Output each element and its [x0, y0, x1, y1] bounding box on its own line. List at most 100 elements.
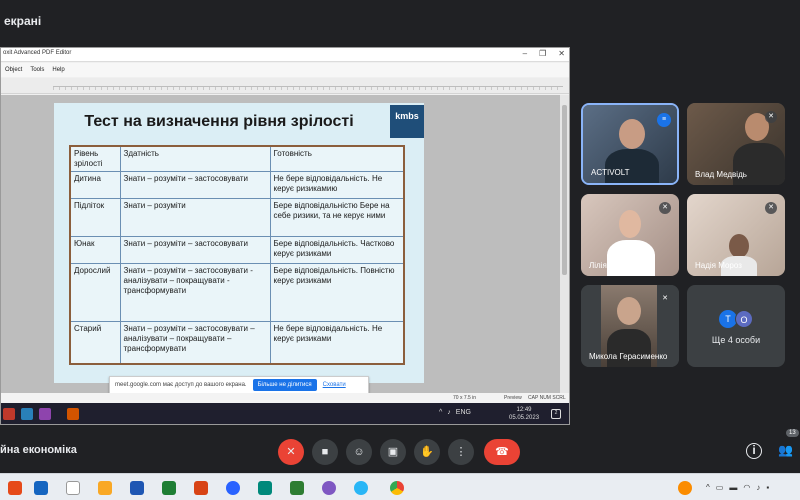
participant-head [617, 297, 641, 325]
table-cell: Знати – розуміти [119, 198, 271, 237]
window-menu: Object Tools Help [1, 63, 569, 77]
maximize-icon[interactable]: ❐ [539, 49, 546, 58]
folder-icon[interactable] [98, 481, 112, 495]
hide-banner-link[interactable]: Сховати [323, 382, 346, 388]
window-title: oxit Advanced PDF Editor [3, 50, 72, 56]
table-cell: Не бере відповідальність. Не керує ризик… [269, 321, 405, 364]
app-icon[interactable] [8, 481, 22, 495]
pdf-status-bar: 70 x 7.5 in Preview CAP NUM SCRL [1, 393, 569, 403]
menu-object[interactable]: Object [5, 67, 22, 73]
share-banner-text: meet.google.com має доступ до вашого екр… [115, 382, 247, 388]
system-tray: ^ ♪ ENG [439, 409, 471, 416]
menu-help[interactable]: Help [52, 67, 64, 73]
chevron-up-icon[interactable]: ^ [439, 409, 442, 416]
table-cell: Юнак [69, 236, 121, 264]
vertical-scrollbar[interactable] [560, 95, 569, 395]
table-cell: Бере відповідальністю Бере на себе ризик… [269, 198, 405, 237]
os-system-tray: ^ ▭ ▬ ◠ ♪ ▪ [706, 483, 769, 492]
volume-icon[interactable]: ♪ [447, 409, 451, 416]
key-indicators: CAP NUM SCRL [528, 395, 566, 401]
participant-body [607, 240, 655, 276]
chevron-up-icon[interactable]: ^ [706, 483, 710, 492]
table-cell: Знати – розуміти – застосовувати - аналі… [119, 263, 271, 322]
participant-tile[interactable]: ≡ ACTIVOLT [581, 103, 679, 185]
screen-share-banner: meet.google.com має доступ до вашого екр… [109, 376, 369, 394]
meet-control-bar: йна економіка ✕ ■ ☺ ▣ ✋ ⋮ ☎ i 👥 13 [0, 425, 800, 473]
mic-off-icon[interactable]: ✕ [278, 439, 304, 465]
file-icon[interactable] [66, 481, 80, 495]
clock[interactable]: 12:49 05.05.2023 [509, 406, 539, 422]
logo-text: kmbs [395, 111, 419, 121]
more-participants-tile[interactable]: Т О Ще 4 особи [687, 285, 785, 367]
wifi-icon[interactable]: ◠ [743, 483, 750, 492]
screen: екрані oxit Advanced PDF Editor – ❐ ✕ Ob… [0, 0, 800, 500]
table-row: Старий Знати – розуміти – застосовувати … [69, 321, 405, 364]
slide-title: Тест на визначення рівня зрілості [84, 113, 354, 130]
app-icon[interactable] [34, 481, 48, 495]
speaking-icon: ≡ [657, 113, 671, 127]
participant-tile[interactable]: ✕ Надія Мороз [687, 194, 785, 276]
notification-icon[interactable]: 2 [551, 409, 561, 419]
scrollbar-thumb[interactable] [562, 105, 567, 275]
close-icon[interactable]: ✕ [558, 49, 565, 58]
camera-icon[interactable]: ■ [312, 439, 338, 465]
chrome-icon[interactable] [390, 481, 404, 495]
mic-off-icon: ✕ [765, 111, 777, 123]
powerpoint-icon[interactable] [67, 408, 79, 420]
language-icon[interactable]: ▪ [766, 483, 769, 492]
kmbs-logo: kmbs [390, 105, 424, 138]
slide: Тест на визначення рівня зрілості kmbs Р… [54, 103, 424, 383]
participant-tile[interactable]: ✕ Влад Медвідь [687, 103, 785, 185]
window-controls: – ❐ ✕ [523, 49, 565, 58]
menu-tools[interactable]: Tools [30, 67, 44, 73]
table-cell: Бере відповідальність. Частково керує ри… [269, 236, 405, 264]
battery-icon[interactable]: ▬ [729, 483, 737, 492]
end-call-button[interactable]: ☎ [484, 439, 520, 465]
table-cell: Не бере відповідальність. Не керує ризик… [269, 171, 405, 199]
view-mode: Preview [504, 395, 522, 401]
people-icon[interactable]: 👥 [778, 443, 793, 457]
onenote-icon[interactable] [39, 408, 51, 420]
app-icon[interactable] [21, 408, 33, 420]
raise-hand-icon[interactable]: ✋ [414, 439, 440, 465]
header-cell: Здатність [119, 145, 271, 172]
participant-body [607, 329, 651, 367]
app-icon[interactable] [3, 408, 15, 420]
presentation-header: екрані [0, 0, 800, 48]
stop-sharing-button[interactable]: Більше не ділитися [252, 379, 317, 391]
participant-name: Влад Медвідь [695, 170, 747, 179]
table-cell: Підліток [69, 198, 121, 237]
emoji-icon[interactable]: ☺ [346, 439, 372, 465]
language-indicator[interactable]: ENG [456, 409, 471, 416]
os-taskbar: ^ ▭ ▬ ◠ ♪ ▪ [0, 473, 800, 500]
participant-avatar: О [735, 310, 753, 328]
zoom-icon[interactable] [226, 481, 240, 495]
info-icon[interactable]: i [746, 443, 762, 459]
participant-tile[interactable]: ✕ Микола Герасименко [581, 285, 679, 367]
participant-head [619, 119, 645, 149]
table-cell: Знати – розуміти – застосовувати [119, 171, 271, 199]
ruler [1, 78, 569, 94]
powerpoint-icon[interactable] [194, 481, 208, 495]
app-icon[interactable] [290, 481, 304, 495]
telegram-icon[interactable] [354, 481, 368, 495]
participant-body [605, 149, 659, 183]
present-screen-icon[interactable]: ▣ [380, 439, 406, 465]
page-size: 70 x 7.5 in [453, 395, 477, 401]
minimize-icon[interactable]: – [523, 49, 527, 58]
participant-tile[interactable]: ✕ Лілія Мариневич [581, 194, 679, 276]
weather-icon[interactable] [678, 481, 692, 495]
more-options-icon[interactable]: ⋮ [448, 439, 474, 465]
viber-icon[interactable] [322, 481, 336, 495]
header-cell: Готовність [269, 145, 405, 172]
table-cell: Старий [69, 321, 121, 364]
table-row: Підліток Знати – розуміти Бере відповіда… [69, 198, 405, 237]
volume-icon[interactable]: ♪ [756, 483, 760, 492]
word-icon[interactable] [130, 481, 144, 495]
maturity-table: Рівень зрілості Здатність Готовність Дит… [69, 145, 405, 365]
app-icon[interactable] [258, 481, 272, 495]
network-icon[interactable]: ▭ [716, 483, 724, 492]
excel-icon[interactable] [162, 481, 176, 495]
more-participants-label: Ще 4 особи [711, 335, 761, 345]
table-row: Дитина Знати – розуміти – застосовувати … [69, 171, 405, 199]
